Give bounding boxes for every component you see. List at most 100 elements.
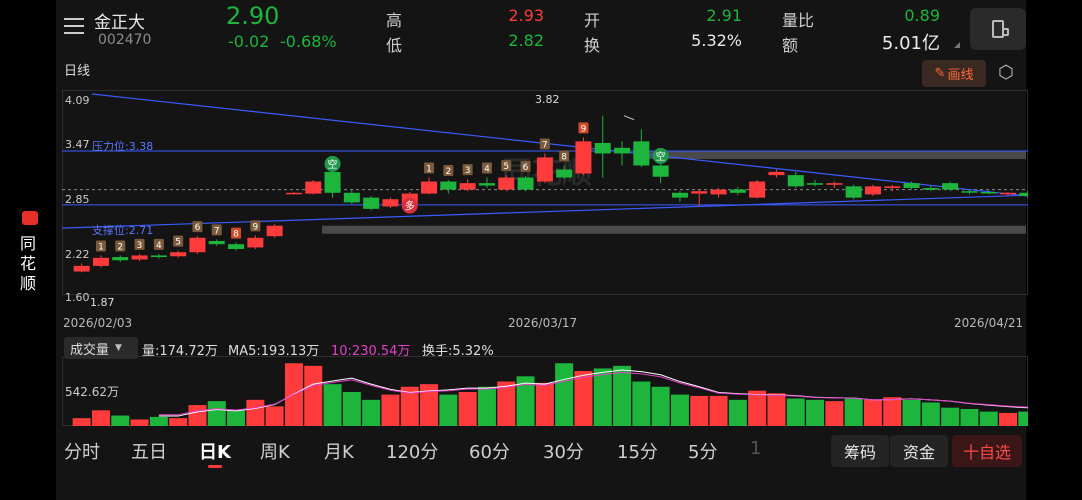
tab-60min[interactable]: 60分 (469, 438, 510, 464)
candle-body (710, 189, 727, 195)
active-tab-indicator (208, 465, 222, 468)
price-change: -0.02 (228, 32, 270, 51)
tab-5min[interactable]: 5分 (688, 438, 717, 464)
volume-bar (91, 410, 110, 426)
y-label-top: 4.09 (65, 94, 90, 107)
candle-body (556, 169, 573, 178)
volume-bar (806, 399, 825, 426)
volume-bar (941, 407, 960, 426)
settings-hexagon-icon[interactable]: ⬡ (998, 64, 1014, 82)
candle-body (691, 191, 708, 194)
candle-body (942, 183, 959, 190)
candle-body (266, 225, 283, 237)
tab-120min[interactable]: 120分 (386, 438, 438, 464)
tab-1min-partial[interactable]: 1 (750, 438, 761, 459)
volume-bar (130, 419, 149, 426)
y-label-pressure: 3.47 (65, 138, 90, 151)
buy-signal-duo-text: 多 (405, 200, 415, 213)
stock-name: 金正大 (94, 13, 145, 33)
volume-bar (960, 409, 979, 426)
volume-bar (709, 395, 728, 426)
candle-body (324, 171, 341, 193)
add-watchlist-button[interactable]: 十自选 (952, 435, 1022, 467)
landscape-toggle-button[interactable] (970, 8, 1026, 50)
tab-30min[interactable]: 30分 (543, 438, 584, 464)
volume-bar (921, 402, 940, 426)
sequence-badge-number: 2 (117, 242, 123, 252)
stat-label-amount: 额 (782, 36, 799, 55)
support-level-label: 支撑位:2.71 (92, 224, 154, 237)
volume-bar (902, 399, 921, 426)
candle-body (363, 197, 380, 209)
chips-button[interactable]: 筹码 (831, 435, 889, 467)
stat-value-low: 2.82 (508, 31, 544, 50)
tab-daily-k[interactable]: 日K (199, 438, 231, 464)
kline-chart[interactable]: 同花顺123456789123456789空空多 (62, 90, 1028, 312)
sequence-badge-number: 7 (214, 226, 220, 236)
caret-down-icon: ▼ (115, 343, 122, 353)
volume-bar (227, 410, 246, 426)
volume-bar (535, 382, 554, 426)
stock-code: 002470 (98, 32, 152, 48)
tab-intraday[interactable]: 分时 (64, 438, 100, 464)
candle-body (961, 191, 978, 193)
resistance-zone-bar-upper (637, 151, 1026, 160)
sequence-badge-number: 2 (445, 167, 451, 177)
tab-five-day[interactable]: 五日 (131, 438, 167, 464)
candle-body (807, 183, 824, 185)
volume-y-label: 542.62万 (65, 385, 119, 399)
sequence-badge-number: 8 (561, 152, 567, 162)
tab-15min[interactable]: 15分 (617, 438, 658, 464)
volume-bar (1018, 411, 1028, 426)
volume-bar (323, 384, 342, 426)
volume-bar (574, 371, 593, 426)
indicator-select-label: 成交量 (70, 342, 110, 358)
volume-bar (188, 405, 207, 426)
volume-bar (728, 399, 747, 426)
draw-line-label: 画线 (947, 68, 974, 83)
high-marker-arrow (623, 115, 635, 121)
candle-body (421, 181, 438, 194)
sequence-badge-number: 1 (98, 242, 104, 252)
sequence-badge-number: 1 (426, 165, 432, 175)
candle-body (826, 183, 843, 185)
candle-body (189, 237, 206, 253)
pressure-level-label: 压力位:3.38 (92, 140, 154, 153)
current-price: 2.90 (226, 2, 280, 30)
candle-body (903, 183, 920, 188)
price-change-pct: -0.68% (280, 32, 337, 51)
stat-value-turnover: 5.32% (691, 31, 742, 50)
volume-chart[interactable] (62, 356, 1028, 428)
candle-body (980, 191, 997, 194)
tab-monthly-k[interactable]: 月K (324, 438, 354, 464)
expand-corner-icon[interactable] (954, 42, 960, 48)
candle-body (343, 192, 360, 203)
candle-body (749, 181, 766, 198)
low-price-marker: 1.87 (90, 296, 115, 309)
date-label-start: 2026/02/03 (63, 316, 133, 330)
candle-body (729, 189, 746, 193)
sell-signal-kong-text: 空 (328, 158, 338, 171)
candle-body (382, 199, 399, 207)
volume-bar (825, 401, 844, 426)
candle-body (575, 141, 592, 174)
menu-icon[interactable] (64, 17, 86, 35)
candle-body (768, 171, 785, 176)
funds-button[interactable]: 资金 (890, 435, 948, 467)
volume-bar (342, 392, 361, 426)
date-label-mid: 2026/03/17 (508, 316, 578, 330)
candle-body (150, 255, 167, 258)
candle-body (478, 183, 495, 186)
candle-body (864, 186, 881, 195)
sequence-badge-number: 3 (137, 241, 143, 251)
stat-value-volume-ratio: 0.89 (904, 6, 940, 25)
draw-line-button[interactable]: ✎ 画线 (922, 60, 986, 87)
tab-weekly-k[interactable]: 周K (260, 438, 290, 464)
volume-bar (613, 365, 632, 426)
candle-body (285, 192, 302, 195)
sequence-badge-number: 5 (175, 238, 181, 248)
volume-bar (767, 393, 786, 426)
volume-bar (786, 398, 805, 426)
stat-value-open: 2.91 (706, 6, 742, 25)
pencil-icon: ✎ (934, 66, 946, 81)
